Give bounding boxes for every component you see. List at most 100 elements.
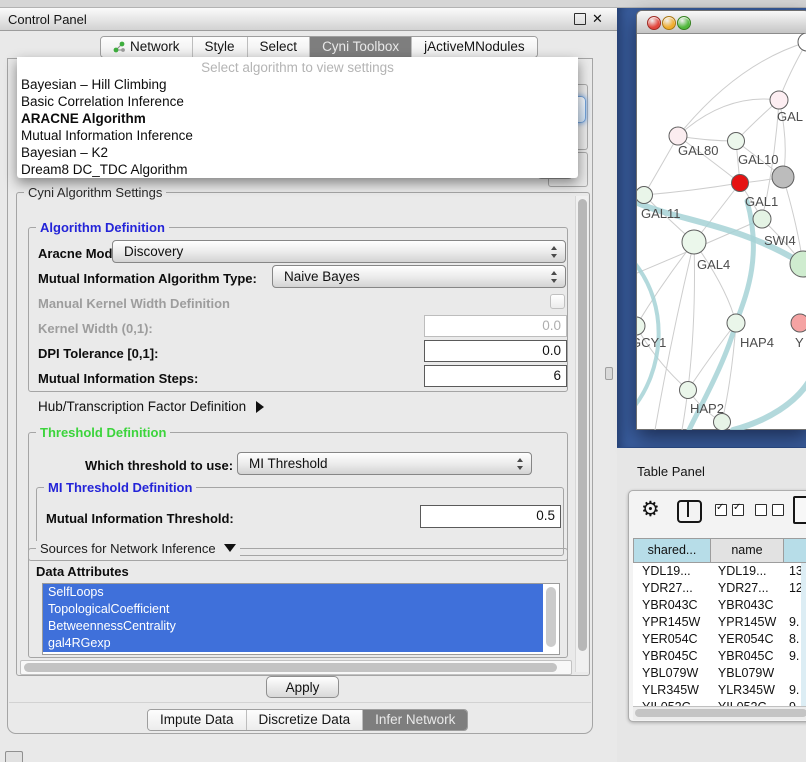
table-row[interactable]: YBR045CYBR045C9.: [633, 648, 806, 665]
table-vertical-scrollbar[interactable]: [801, 563, 806, 706]
stepper-arrows-icon: [550, 270, 559, 284]
algorithm-dropdown-popup: Select algorithm to view settings Bayesi…: [17, 57, 578, 178]
table-panel: ⚙ shared...name YDL19...YDL19...13YDR27.…: [628, 490, 806, 722]
aracne-mode-select[interactable]: Discovery: [112, 240, 566, 263]
algorithm-option[interactable]: Basic Correlation Inference: [17, 93, 578, 110]
bottom-tab-strip: Impute Data Discretize Data Infer Network: [147, 709, 468, 731]
algorithm-definition-title: Algorithm Definition: [36, 220, 169, 235]
close-light[interactable]: [647, 16, 661, 30]
hub-definition-toggle[interactable]: Hub/Transcription Factor Definition: [38, 399, 264, 414]
network-canvas[interactable]: GALGAL80GAL10GAL1GAL11SWI4GAL4GCY1HAP4YH…: [637, 33, 806, 430]
minimize-light[interactable]: [662, 16, 676, 30]
apply-button[interactable]: Apply: [266, 676, 339, 698]
table-row[interactable]: YBR043CYBR043C: [633, 597, 806, 614]
network-node[interactable]: [637, 187, 653, 204]
table-row[interactable]: YBL079WYBL079W: [633, 665, 806, 682]
manual-kernel-checkbox[interactable]: [550, 294, 565, 309]
network-icon: [113, 41, 125, 53]
mi-threshold-label: Mutual Information Threshold:: [46, 511, 234, 526]
attribute-item[interactable]: SelfLoops: [43, 584, 543, 601]
column-header[interactable]: [784, 538, 806, 563]
network-node[interactable]: [770, 91, 788, 109]
checked-box-icon: [732, 504, 744, 516]
data-attributes-list[interactable]: SelfLoopsTopologicalCoefficientBetweenne…: [42, 583, 560, 655]
attribute-item[interactable]: BetweennessCentrality: [43, 618, 543, 635]
algorithm-option[interactable]: ARACNE Algorithm: [17, 110, 578, 127]
network-edge: [694, 242, 736, 323]
sources-title: Sources for Network Inference: [40, 541, 216, 556]
table-row[interactable]: YDR27...YDR27...12: [633, 580, 806, 597]
table-row[interactable]: YPR145WYPR145W9.: [633, 614, 806, 631]
which-threshold-select[interactable]: MI Threshold: [237, 452, 532, 475]
scrollbar-thumb[interactable]: [546, 587, 556, 647]
algorithm-option[interactable]: Bayesian – K2: [17, 144, 578, 161]
table-row[interactable]: YER054CYER054C8.: [633, 631, 806, 648]
scrollbar-thumb[interactable]: [635, 709, 806, 717]
kernel-width-field[interactable]: 0.0: [424, 315, 567, 337]
mi-threshold-field[interactable]: 0.5: [420, 505, 561, 528]
threshold-definition-title: Threshold Definition: [36, 425, 170, 440]
aracne-mode-value: Discovery: [124, 244, 183, 259]
algorithm-option[interactable]: Dream8 DC_TDC Algorithm: [17, 161, 578, 178]
table-cell: YIL052C: [633, 699, 709, 706]
checked-pair-icon[interactable]: [715, 504, 744, 516]
table-horizontal-scrollbar[interactable]: [633, 706, 806, 720]
scrollbar-thumb[interactable]: [24, 663, 557, 672]
tab-style[interactable]: Style: [192, 37, 247, 57]
unchecked-pair-icon[interactable]: [755, 504, 784, 516]
which-threshold-value: MI Threshold: [249, 456, 328, 471]
tab-impute-data[interactable]: Impute Data: [148, 710, 246, 730]
tab-label: Infer Network: [375, 712, 455, 727]
tab-label: jActiveMNodules: [424, 39, 525, 54]
algorithm-option[interactable]: Mutual Information Inference: [17, 127, 578, 144]
column-header[interactable]: name: [711, 538, 784, 563]
columns-icon[interactable]: [677, 500, 702, 523]
table-row[interactable]: YIL052CYIL052C9: [633, 699, 806, 706]
sources-toggle[interactable]: Sources for Network Inference: [36, 541, 240, 556]
network-node[interactable]: [732, 175, 749, 192]
network-node[interactable]: [791, 314, 806, 332]
close-panel-icon[interactable]: ✕: [592, 11, 603, 27]
splitter-grip[interactable]: [605, 367, 613, 380]
network-node[interactable]: [728, 133, 745, 150]
attribute-items: SelfLoopsTopologicalCoefficientBetweenne…: [43, 584, 559, 652]
tab-label: Discretize Data: [259, 712, 351, 727]
settings-vertical-scrollbar[interactable]: [575, 196, 588, 672]
minimized-panel-icon[interactable]: [5, 751, 23, 762]
tab-label: Impute Data: [160, 712, 234, 727]
mi-type-select[interactable]: Naive Bayes: [272, 265, 566, 288]
network-node[interactable]: [680, 382, 697, 399]
attribute-item[interactable]: TopologicalCoefficient: [43, 601, 543, 618]
tab-network[interactable]: Network: [101, 37, 192, 57]
network-window-titlebar[interactable]: [637, 11, 806, 34]
network-node[interactable]: [682, 230, 706, 254]
table-row[interactable]: YLR345WYLR345W9.: [633, 682, 806, 699]
network-node[interactable]: [798, 33, 806, 51]
column-header[interactable]: shared...: [633, 538, 711, 563]
table-row[interactable]: YDL19...YDL19...13: [633, 563, 806, 580]
table-cell: YBR045C: [633, 648, 709, 665]
table-body: YDL19...YDL19...13YDR27...YDR27...12YBR0…: [633, 563, 806, 706]
document-icon[interactable]: [793, 496, 806, 524]
algorithm-option[interactable]: Bayesian – Hill Climbing: [17, 76, 578, 93]
scrollbar-thumb[interactable]: [578, 199, 587, 651]
gear-icon[interactable]: ⚙: [641, 497, 660, 522]
attribute-item[interactable]: gal4RGexp: [43, 635, 543, 652]
list-vertical-scrollbar[interactable]: [543, 584, 559, 654]
tab-select[interactable]: Select: [247, 37, 310, 57]
zoom-light[interactable]: [677, 16, 691, 30]
mi-steps-field[interactable]: 6: [424, 365, 567, 387]
settings-horizontal-scrollbar[interactable]: [20, 660, 572, 675]
network-node[interactable]: [637, 317, 645, 335]
dpi-tolerance-field[interactable]: 0.0: [424, 340, 567, 362]
network-node[interactable]: [727, 314, 745, 332]
tab-infer-network[interactable]: Infer Network: [362, 710, 467, 730]
mi-type-value: Naive Bayes: [284, 269, 360, 284]
network-node[interactable]: [753, 210, 771, 228]
tab-cyni-toolbox[interactable]: Cyni Toolbox: [309, 37, 411, 57]
tab-discretize-data[interactable]: Discretize Data: [246, 710, 363, 730]
float-panel-icon[interactable]: [574, 13, 586, 25]
tab-jactivemnodules[interactable]: jActiveMNodules: [411, 37, 537, 57]
network-window[interactable]: GALGAL80GAL10GAL1GAL11SWI4GAL4GCY1HAP4YH…: [636, 10, 806, 430]
network-node[interactable]: [772, 166, 794, 188]
